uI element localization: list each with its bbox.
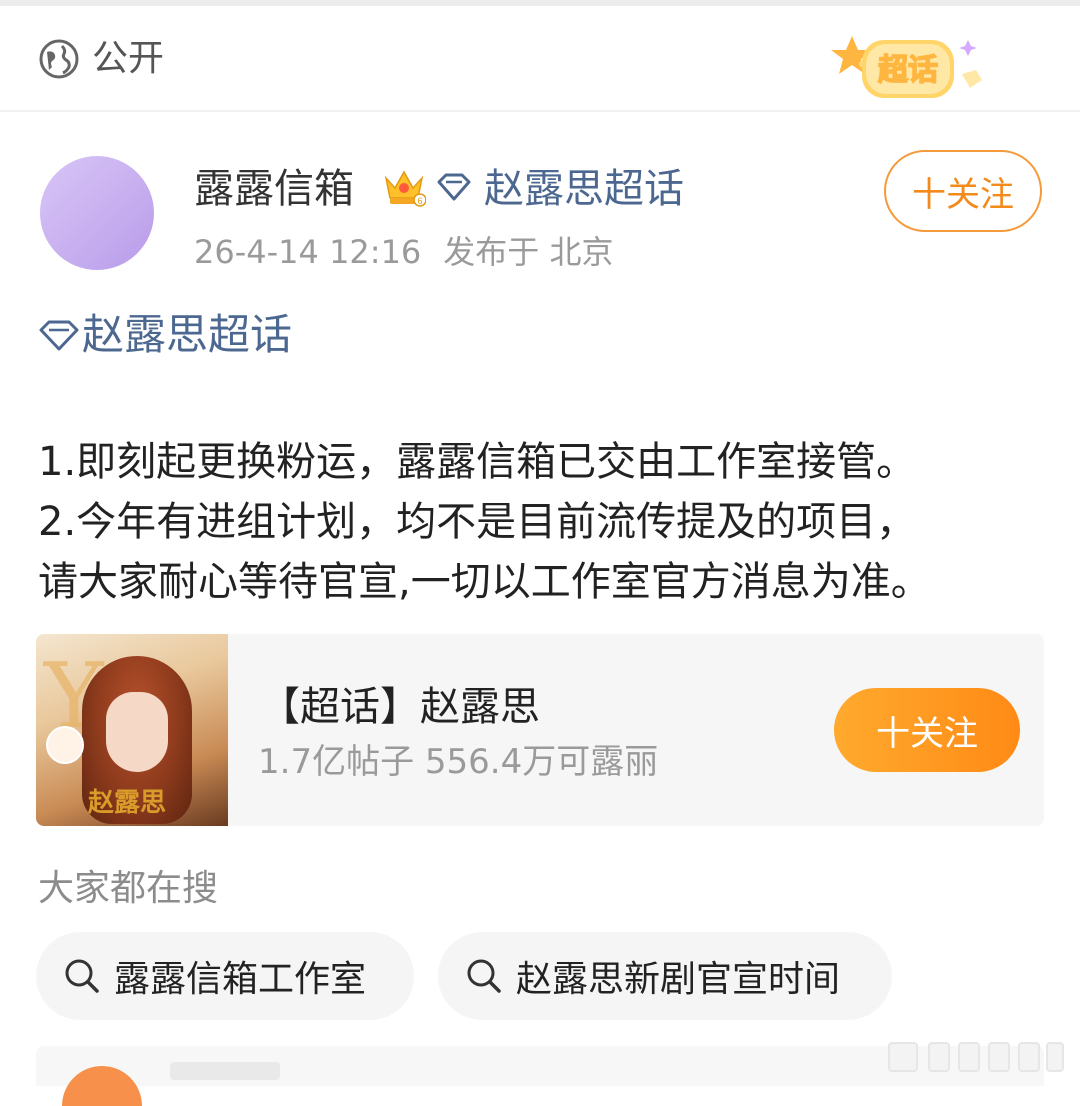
crown-icon: 6: [384, 170, 426, 207]
search-chip-label: 赵露思新剧官宣时间: [516, 959, 841, 1000]
card-stats: 1.7亿帖子 556.4万可露丽: [258, 742, 659, 782]
search-chip[interactable]: 赵露思新剧官宣时间: [438, 932, 892, 1020]
cover-signature: 赵露思: [88, 788, 167, 818]
post-body-line: 2.今年有进组计划，均不是目前流传提及的项目，: [38, 499, 917, 545]
diamond-icon: [437, 173, 471, 201]
author-name[interactable]: 露露信箱: [194, 164, 354, 214]
post-timestamp: 26-4-14 12:16: [194, 233, 422, 271]
badge-label: 超话: [878, 54, 938, 87]
post-body-line: 请大家耐心等待官宣,一切以工作室官方消息为准。: [38, 559, 931, 605]
post-body: 1.即刻起更换粉运，露露信箱已交由工作室接管。 2.今年有进组计划，均不是目前流传…: [38, 432, 1068, 612]
svg-text:6: 6: [417, 196, 422, 206]
topic-cover-image: Y 赵露思: [36, 634, 228, 826]
post-location: 发布于 北京: [443, 233, 614, 271]
cover-mini-avatar: [46, 726, 84, 764]
search-icon: [65, 959, 99, 993]
post-body-line: 1.即刻起更换粉运，露露信箱已交由工作室接管。: [38, 439, 917, 485]
search-chip-label: 露露信箱工作室: [114, 959, 367, 1000]
card-title: 【超话】赵露思: [260, 684, 540, 730]
diamond-icon: [39, 320, 79, 351]
search-chip[interactable]: 露露信箱工作室: [36, 932, 414, 1020]
search-section-label: 大家都在搜: [38, 868, 219, 909]
divider: [0, 110, 1080, 112]
visibility-label[interactable]: 公开: [92, 36, 164, 82]
card-follow-button[interactable]: 十关注: [834, 688, 1020, 772]
search-icon: [467, 959, 501, 993]
author-avatar[interactable]: [40, 156, 154, 270]
cover-face: [106, 692, 168, 772]
super-topic-badge-icon[interactable]: 超话: [822, 30, 992, 110]
author-topic-link[interactable]: 赵露思超话: [484, 164, 684, 214]
image-count-indicator: [888, 1042, 1064, 1072]
post-meta: 26-4-14 12:16 发布于 北京: [194, 230, 635, 274]
topic-tag-link[interactable]: 赵露思超话: [82, 308, 292, 362]
globe-icon: [39, 39, 79, 79]
next-card-text-placeholder: [170, 1062, 280, 1080]
follow-button[interactable]: 十关注: [884, 150, 1042, 232]
super-topic-card[interactable]: Y 赵露思 【超话】赵露思 1.7亿帖子 556.4万可露丽 十关注: [36, 634, 1044, 826]
